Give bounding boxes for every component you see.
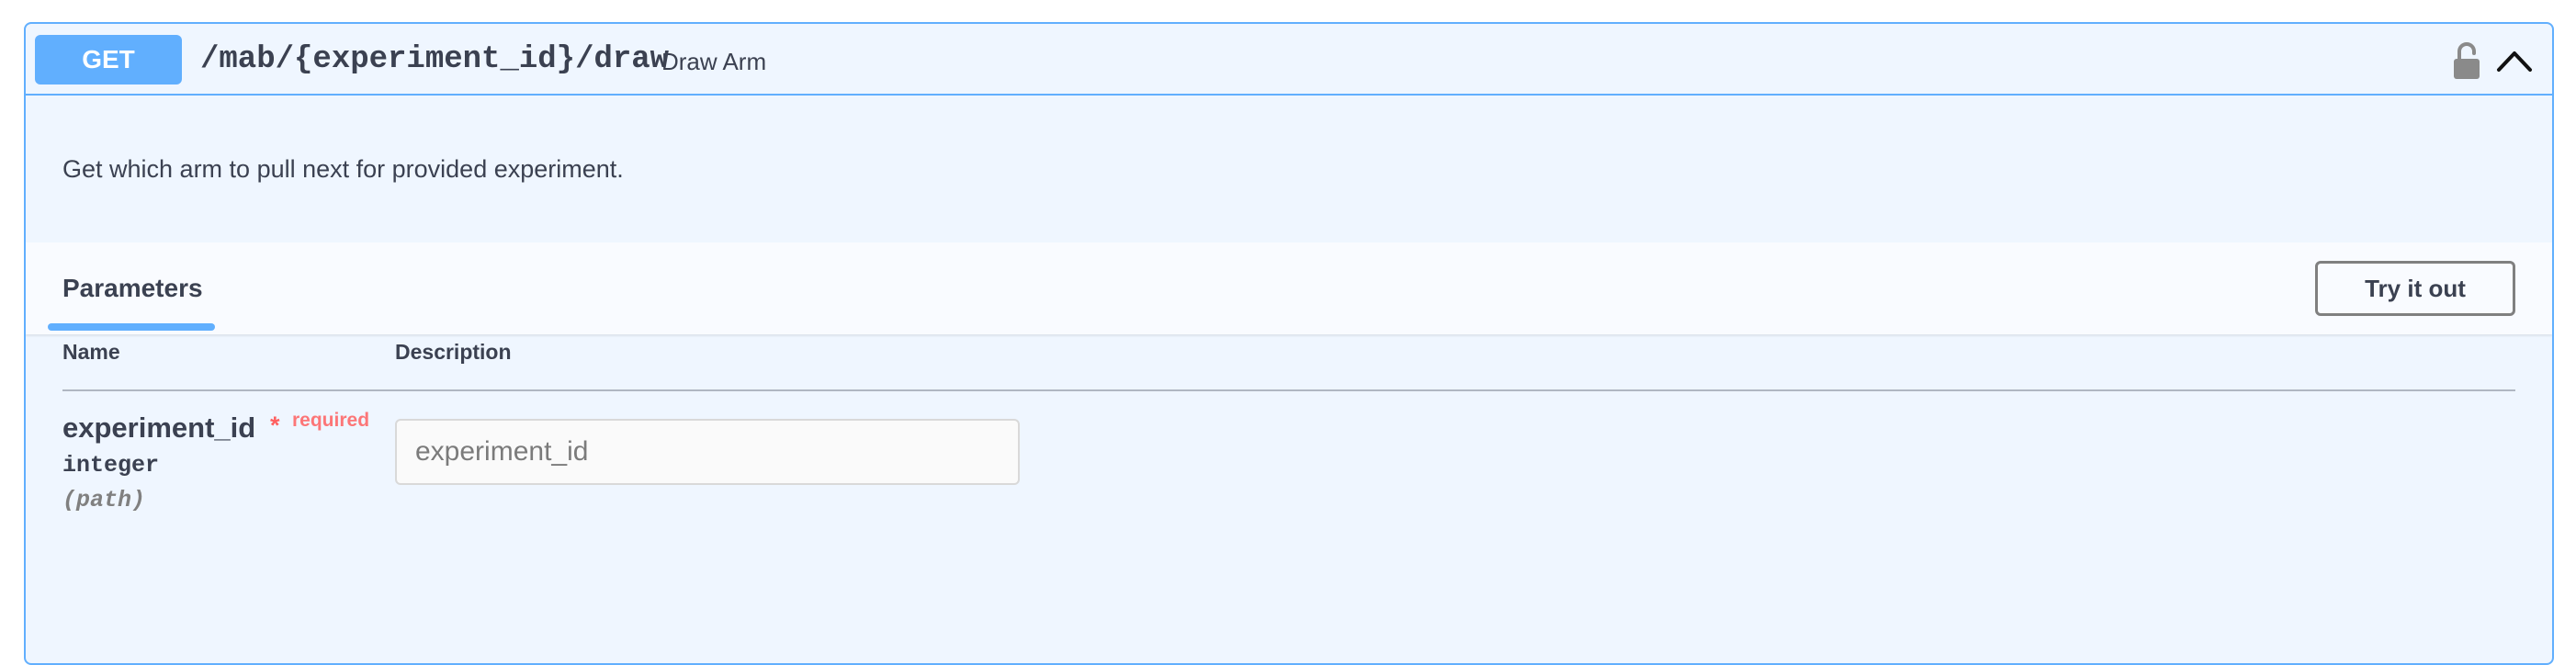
tab-active-indicator — [48, 323, 215, 331]
experiment-id-input[interactable] — [395, 419, 1020, 485]
table-divider — [62, 389, 2515, 391]
required-asterisk: * — [270, 411, 280, 439]
operation-summary[interactable]: GET /mab/{experiment_id}/draw Draw Arm — [26, 24, 2552, 96]
column-header-name: Name — [62, 340, 120, 364]
operation-block: GET /mab/{experiment_id}/draw Draw Arm G… — [24, 22, 2554, 665]
unlocked-padlock-icon[interactable] — [2451, 40, 2482, 81]
column-header-description: Description — [395, 340, 512, 364]
chevron-up-icon[interactable] — [2495, 44, 2534, 77]
endpoint-path[interactable]: /mab/{experiment_id}/draw — [200, 39, 669, 81]
try-it-out-button[interactable]: Try it out — [2315, 261, 2515, 316]
parameter-type: integer — [62, 452, 160, 479]
tab-parameters[interactable]: Parameters — [62, 272, 203, 305]
method-badge[interactable]: GET — [35, 35, 182, 85]
parameter-location: (path) — [62, 487, 146, 513]
required-label: required — [292, 410, 370, 431]
operation-summary-text: Draw Arm — [661, 48, 767, 75]
parameters-header: Parameters Try it out — [26, 242, 2552, 334]
operation-description: Get which arm to pull next for provided … — [62, 155, 624, 183]
operation-body: Get which arm to pull next for provided … — [26, 96, 2552, 663]
parameter-name: experiment_id — [62, 411, 256, 444]
